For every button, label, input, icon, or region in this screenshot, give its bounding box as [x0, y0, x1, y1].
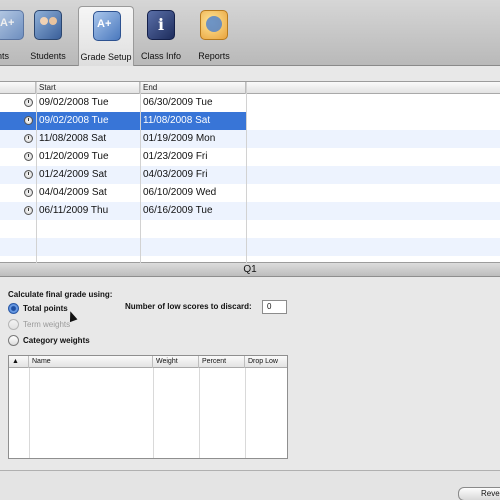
row-start: 09/02/2008 Tue — [39, 115, 109, 126]
clock-icon — [24, 206, 33, 215]
category-table: ▲ Name Weight Percent Drop Low — [8, 355, 288, 459]
table-row[interactable]: 04/04/2009 Sat 06/10/2009 Wed — [0, 184, 500, 202]
tab-students[interactable]: Students — [20, 6, 76, 64]
grading-periods-table: Start End 09/02/2008 Tue 06/30/2009 Tue … — [0, 81, 500, 264]
discard-label: Number of low scores to discard: — [125, 302, 252, 311]
table-row-empty — [0, 238, 500, 256]
radio-label: Category weights — [23, 336, 90, 345]
table-row[interactable]: 11/08/2008 Sat 01/19/2009 Mon — [0, 130, 500, 148]
column-header-percent[interactable]: Percent — [199, 356, 245, 368]
column-header-name[interactable]: Name — [29, 356, 153, 368]
table-row[interactable]: 06/11/2009 Thu 06/16/2009 Tue — [0, 202, 500, 220]
row-start: 11/08/2008 Sat — [39, 133, 107, 144]
grade-setup-icon — [93, 11, 121, 41]
column-header-end[interactable]: End — [140, 82, 246, 94]
clock-icon — [24, 134, 33, 143]
table-row[interactable]: 01/24/2009 Sat 04/03/2009 Fri — [0, 166, 500, 184]
section-title-bar: Q1 — [0, 263, 500, 277]
section-title: Q1 — [243, 264, 257, 275]
column-header-start[interactable]: Start — [36, 82, 140, 94]
row-end: 11/08/2008 Sat — [143, 115, 211, 126]
table-row[interactable]: 09/02/2008 Tue 06/30/2009 Tue — [0, 94, 500, 112]
sort-up-icon[interactable]: ▲ — [9, 356, 29, 368]
row-start: 06/11/2009 Thu — [39, 205, 109, 216]
row-start: 01/24/2009 Sat — [39, 169, 107, 180]
tab-reports[interactable]: Reports — [186, 6, 242, 64]
column-divider — [199, 368, 200, 458]
row-start: 01/20/2009 Tue — [39, 151, 109, 162]
footer-bar — [0, 470, 500, 500]
calc-label: Calculate final grade using: — [8, 290, 113, 299]
table-row-selected[interactable]: 09/02/2008 Tue 11/08/2008 Sat — [0, 112, 500, 130]
column-header-drop-low[interactable]: Drop Low — [245, 356, 287, 368]
clock-icon — [24, 152, 33, 161]
row-start: 09/02/2008 Tue — [39, 97, 109, 108]
radio-button-icon[interactable] — [8, 319, 19, 330]
clock-icon — [24, 116, 33, 125]
class-info-icon — [147, 10, 175, 40]
column-divider — [29, 368, 30, 458]
table-header: Start End — [0, 82, 500, 94]
toolbar: ents Students Grade Setup Class Info Rep… — [0, 0, 500, 66]
row-start: 04/04/2009 Sat — [39, 187, 107, 198]
radio-button-icon[interactable] — [8, 335, 19, 346]
table-row-empty — [0, 220, 500, 238]
row-end: 01/23/2009 Fri — [143, 151, 208, 162]
discard-count-input[interactable]: 0 — [262, 300, 287, 314]
row-end: 01/19/2009 Mon — [143, 133, 216, 144]
clock-icon — [24, 170, 33, 179]
row-end: 06/16/2009 Tue — [143, 205, 213, 216]
column-header-weight[interactable]: Weight — [153, 356, 199, 368]
column-divider — [153, 368, 154, 458]
radio-label: Term weights — [23, 320, 71, 329]
clock-icon — [24, 188, 33, 197]
table-row[interactable]: 01/20/2009 Tue 01/23/2009 Fri — [0, 148, 500, 166]
category-table-header: ▲ Name Weight Percent Drop Low — [9, 356, 287, 368]
revert-button[interactable]: Revert — [458, 487, 500, 500]
tab-reports-label: Reports — [198, 51, 230, 61]
column-divider — [245, 368, 246, 458]
row-end: 04/03/2009 Fri — [143, 169, 208, 180]
column-divider — [140, 82, 141, 264]
column-divider — [246, 82, 247, 264]
row-end: 06/10/2009 Wed — [143, 187, 217, 198]
column-header-blank — [0, 82, 36, 94]
clock-icon — [24, 98, 33, 107]
radio-label: Total points — [23, 304, 68, 313]
row-end: 06/30/2009 Tue — [143, 97, 213, 108]
students-icon — [34, 10, 62, 40]
column-divider — [36, 82, 37, 264]
radio-button-selected-icon[interactable] — [8, 303, 19, 314]
reports-icon — [200, 10, 228, 40]
